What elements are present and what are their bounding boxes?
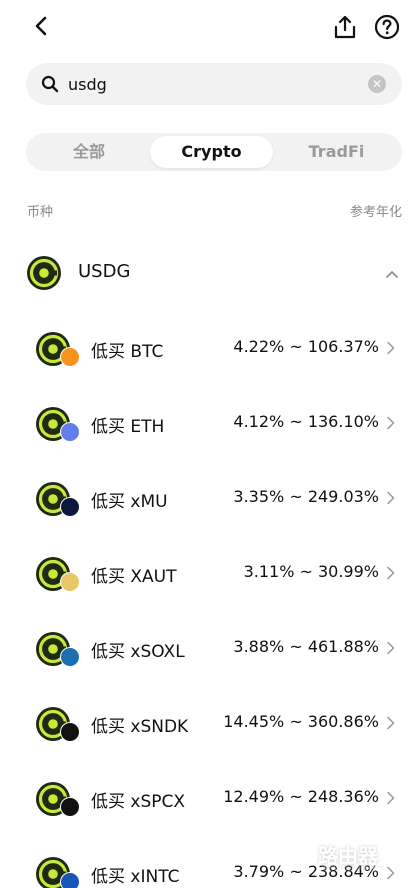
watermark-logo: 路由器 www.luyouqi.com [278,836,408,880]
chevron-right-icon [387,566,395,580]
usdg-pair-icon [36,857,80,888]
apy-range: 12.49% ~ 248.36% [223,787,379,806]
chevron-right-icon [387,416,395,430]
product-row[interactable]: 低买 xSPCX 12.49% ~ 248.36% [0,768,414,828]
usdg-pair-icon [36,557,80,592]
apy-range: 4.22% ~ 106.37% [233,337,379,356]
apy-range: 3.11% ~ 30.99% [243,562,379,581]
apy-range: 3.88% ~ 461.88% [233,637,379,656]
group-name: USDG [78,261,131,282]
chevron-right-icon [387,341,395,355]
bitcoin-icon [61,348,79,366]
usdg-pair-icon [36,782,80,817]
product-name: 低买 BTC [91,342,164,362]
category-tabs: 全部 Crypto TradFi [26,133,402,171]
usdg-pair-icon [36,482,80,517]
product-row[interactable]: 低买 xSOXL 3.88% ~ 461.88% [0,618,414,678]
top-bar [0,0,414,56]
router-watermark-icon [279,837,313,871]
share-icon[interactable] [332,14,358,40]
product-name: 低买 ETH [91,417,165,437]
tab-all[interactable]: 全部 [30,136,148,168]
usdg-pair-icon [36,632,80,667]
product-name: 低买 xMU [91,492,168,512]
search-bar: ✕ [26,63,402,105]
usdg-pair-icon [36,407,80,442]
usdg-logo-icon [27,256,61,290]
column-header-currency: 币种 [27,205,54,220]
usdg-pair-icon [36,332,80,367]
direxion-icon [61,648,79,666]
apy-range: 14.45% ~ 360.86% [223,712,379,731]
apy-range: 3.35% ~ 249.03% [233,487,379,506]
back-arrow-icon[interactable] [30,14,54,38]
tether-gold-icon [61,573,79,591]
clear-search-icon[interactable]: ✕ [368,75,386,93]
chevron-right-icon [387,791,395,805]
sandisk-icon [61,723,79,741]
product-row[interactable]: 低买 ETH 4.12% ~ 136.10% [0,393,414,453]
apy-range: 4.12% ~ 136.10% [233,412,379,431]
product-row[interactable]: 低买 XAUT 3.11% ~ 30.99% [0,543,414,603]
spacex-icon [61,798,79,816]
column-header-apy: 参考年化 [349,205,402,220]
product-name: 低买 xSOXL [91,642,185,662]
micron-icon [61,498,79,516]
chevron-up-icon[interactable] [385,267,399,281]
watermark-subtext: www.luyouqi.com [322,864,384,872]
usdg-pair-icon [36,707,80,742]
product-name: 低买 xSPCX [91,792,186,812]
product-row[interactable]: 低买 BTC 4.22% ~ 106.37% [0,318,414,378]
product-name: 低买 xSNDK [91,717,189,737]
chevron-right-icon [387,716,395,730]
search-input[interactable] [68,63,368,105]
product-row[interactable]: 低买 xSNDK 14.45% ~ 360.86% [0,693,414,753]
ethereum-icon [61,423,79,441]
tab-tradfi[interactable]: TradFi [275,136,398,168]
usdg-group-header[interactable]: USDG [0,250,414,298]
product-row[interactable]: 低买 xMU 3.35% ~ 249.03% [0,468,414,528]
search-icon [41,75,59,93]
help-icon[interactable] [374,14,400,40]
product-name: 低买 xINTC [91,867,180,887]
tab-crypto[interactable]: Crypto [150,136,273,168]
chevron-right-icon [387,491,395,505]
product-name: 低买 XAUT [91,567,177,587]
chevron-right-icon [387,641,395,655]
